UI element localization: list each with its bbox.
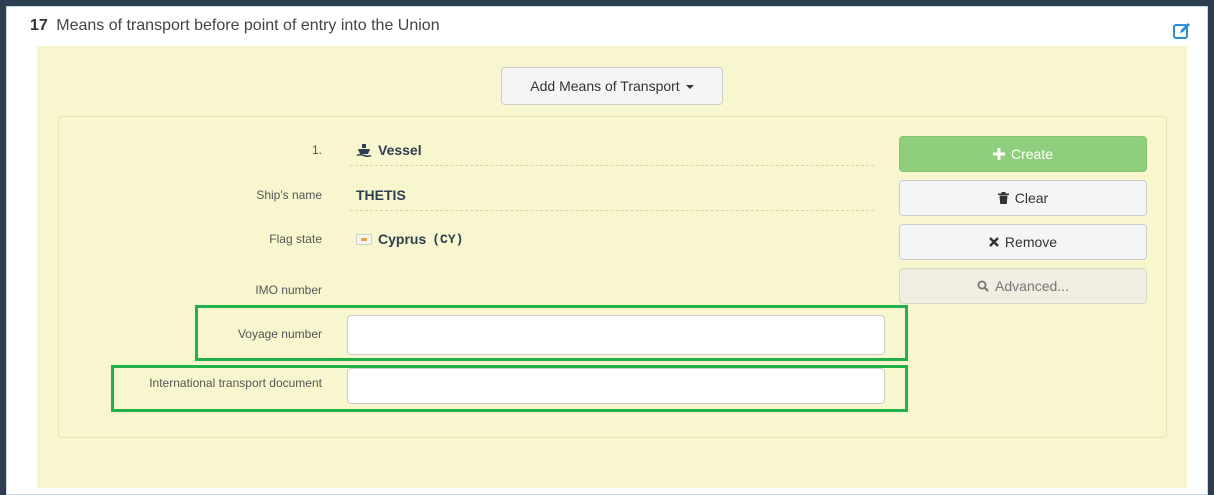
advanced-label: Advanced... (995, 278, 1069, 294)
add-means-of-transport-label: Add Means of Transport (530, 78, 680, 94)
edit-icon[interactable] (1172, 21, 1192, 41)
imo-number-value (350, 274, 874, 306)
flag-state-code: (CY) (432, 231, 464, 247)
ship-icon (356, 143, 372, 157)
advanced-button[interactable]: Advanced... (899, 268, 1147, 304)
imo-number-label: IMO number (255, 283, 322, 297)
remove-button[interactable]: Remove (899, 224, 1147, 260)
transport-type-value: Vessel (350, 134, 874, 166)
transport-document-label: International transport document (149, 376, 322, 390)
flag-state-label: Flag state (269, 232, 322, 246)
ships-name-value: THETIS (350, 179, 874, 211)
close-icon (989, 237, 999, 247)
clear-label: Clear (1014, 190, 1049, 206)
voyage-number-input[interactable] (347, 315, 885, 355)
transport-document-input[interactable] (347, 368, 885, 404)
transport-index-label: 1. (311, 143, 322, 157)
create-button[interactable]: Create (899, 136, 1147, 172)
panel-title: 17 Means of transport before point of en… (30, 17, 440, 35)
flag-state-name: Cyprus (378, 231, 427, 247)
create-label: Create (1010, 146, 1054, 162)
transport-type-text: Vessel (378, 141, 422, 158)
remove-label: Remove (1004, 234, 1058, 250)
section-title: Means of transport before point of entry… (56, 17, 440, 34)
voyage-number-label: Voyage number (237, 327, 322, 341)
plus-icon (992, 148, 1005, 160)
add-means-of-transport-button[interactable]: Add Means of Transport (501, 67, 723, 105)
cyprus-flag-icon (356, 233, 372, 245)
ships-name-label: Ship's name (256, 188, 322, 202)
caret-down-icon (685, 85, 694, 89)
clear-button[interactable]: Clear (899, 180, 1147, 216)
flag-state-value: Cyprus (CY) (350, 223, 874, 255)
search-icon (977, 280, 989, 292)
section-number: 17 (30, 17, 48, 34)
trash-icon (997, 192, 1009, 204)
